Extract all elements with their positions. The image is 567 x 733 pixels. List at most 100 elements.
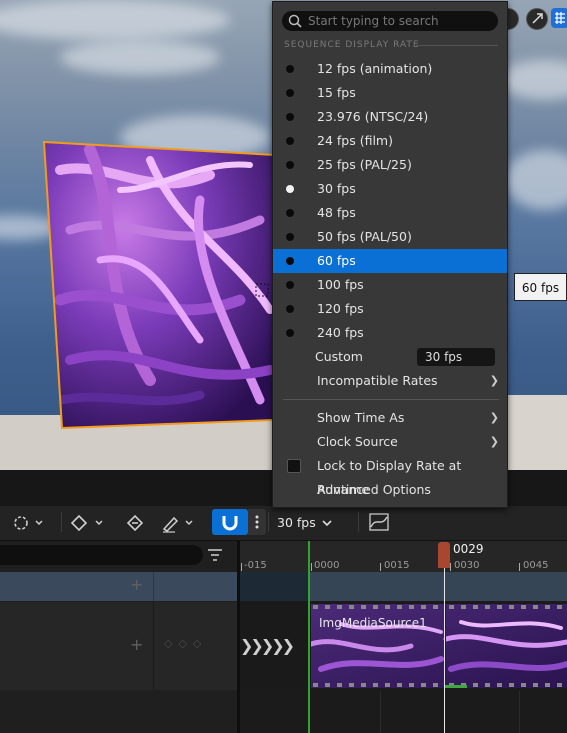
- menu-item-clock-source[interactable]: Clock Source ❯: [273, 430, 507, 454]
- menu-item-30fps[interactable]: 30 fps: [273, 177, 507, 201]
- menu-search-box[interactable]: [282, 11, 498, 31]
- media-section-label: ImgMediaSource1: [319, 616, 427, 630]
- playhead-handle[interactable]: [438, 542, 450, 568]
- menu-item-100fps[interactable]: 100 fps: [273, 273, 507, 297]
- menu-item-label: 240 fps: [317, 325, 364, 340]
- curve-editor-button[interactable]: [368, 512, 390, 532]
- menu-divider: [283, 399, 499, 400]
- key-button[interactable]: [124, 512, 146, 534]
- radio-dot: [286, 233, 294, 241]
- tick-label: 0045: [523, 560, 549, 571]
- radio-dot: [286, 209, 294, 217]
- tick-label: -015: [244, 560, 267, 571]
- menu-item-label: 24 fps (film): [317, 133, 393, 148]
- tick-label: 0030: [454, 560, 480, 571]
- menu-item-advanced-options[interactable]: Advanced Options: [273, 478, 507, 502]
- playback-start-marker[interactable]: [308, 541, 310, 733]
- transform-icon: [532, 13, 543, 24]
- tick-mark: [519, 563, 520, 571]
- panel-gap: [0, 470, 272, 506]
- filter-button[interactable]: [206, 547, 224, 563]
- menu-item-custom: Custom 30 fps: [273, 345, 507, 369]
- grid-line: [380, 691, 381, 733]
- plus-icon[interactable]: +: [130, 575, 143, 594]
- menu-item-label: 60 fps: [317, 253, 356, 268]
- menu-item-lock-display-rate[interactable]: Lock to Display Rate at Runtime: [273, 454, 507, 497]
- panel-gap: [508, 470, 567, 506]
- toolbar-divider: [268, 512, 269, 532]
- menu-item-label: 30 fps: [317, 181, 356, 196]
- custom-rate-input[interactable]: 30 fps: [417, 348, 495, 366]
- filter-icon: [208, 549, 222, 561]
- tick-mark: [311, 563, 312, 571]
- key-diamond-button[interactable]: [70, 512, 108, 534]
- chevron-right-icon: ❯: [489, 435, 499, 448]
- chevron-right-icon: ❯: [489, 374, 499, 387]
- current-frame-label: 0029: [453, 542, 484, 556]
- timeline-empty-area[interactable]: [240, 691, 567, 733]
- radio-dot: [286, 137, 294, 145]
- radio-dot: [286, 89, 294, 97]
- tooltip: 60 fps: [514, 273, 567, 301]
- menu-item-48fps[interactable]: 48 fps: [273, 201, 507, 225]
- lock-display-rate-checkbox[interactable]: [287, 459, 301, 473]
- menu-item-label: 25 fps (PAL/25): [317, 157, 412, 172]
- menu-item-60fps[interactable]: 60 fps: [273, 249, 507, 273]
- frame-rate-dropdown[interactable]: 30 fps: [273, 506, 363, 540]
- viewport-mode-icon[interactable]: [526, 8, 548, 30]
- menu-item-120fps[interactable]: 120 fps: [273, 297, 507, 321]
- toolbar-divider: [358, 512, 359, 532]
- menu-item-label: Clock Source: [317, 434, 398, 449]
- radio-dot: [286, 329, 294, 337]
- section-divider: [416, 45, 498, 46]
- menu-item-25fps[interactable]: 25 fps (PAL/25): [273, 153, 507, 177]
- track-lane-out-of-range: [240, 572, 309, 601]
- chevron-down-icon: [322, 520, 332, 527]
- menu-item-label: 120 fps: [317, 301, 364, 316]
- menu-item-24fps[interactable]: 24 fps (film): [273, 129, 507, 153]
- track-search-input[interactable]: [0, 545, 203, 565]
- plus-icon[interactable]: +: [130, 635, 143, 654]
- menu-item-50fps[interactable]: 50 fps (PAL/50): [273, 225, 507, 249]
- snap-options-button[interactable]: [248, 509, 266, 535]
- tick-mark: [450, 563, 451, 571]
- menu-item-label: 50 fps (PAL/50): [317, 229, 412, 244]
- key-diamond-icon: [70, 514, 103, 532]
- pen-menu-button[interactable]: [160, 512, 198, 534]
- section-header: SEQUENCE DISPLAY RATE: [284, 40, 420, 50]
- radio-dot: [286, 161, 294, 169]
- menu-item-label: Incompatible Rates: [317, 373, 438, 388]
- menu-item-12fps[interactable]: 12 fps (animation): [273, 57, 507, 81]
- search-icon: [288, 14, 302, 28]
- menu-item-label: 100 fps: [317, 277, 364, 292]
- snap-toggle-button[interactable]: [212, 509, 248, 535]
- menu-item-240fps[interactable]: 240 fps: [273, 321, 507, 345]
- selection-range-marker: [445, 685, 467, 688]
- frame-rate-menu: SEQUENCE DISPLAY RATE 12 fps (animation)…: [272, 1, 508, 508]
- menu-search-input[interactable]: [308, 11, 494, 31]
- frame-rate-value: 30 fps: [277, 515, 316, 530]
- menu-item-show-time-as[interactable]: Show Time As ❯: [273, 406, 507, 430]
- menu-item-label: Advanced Options: [317, 482, 431, 497]
- snap-magnet-icon: [222, 516, 238, 531]
- tick-label: 0000: [314, 560, 340, 571]
- menu-item-15fps[interactable]: 15 fps: [273, 81, 507, 105]
- key-navigation[interactable]: ◇◇◇: [164, 637, 224, 653]
- menu-item-label: Show Time As: [317, 410, 405, 425]
- chevron-right-icon: ❯: [489, 411, 499, 424]
- key-icon: [126, 514, 144, 532]
- toolbar-divider: [61, 512, 62, 532]
- radio-dot: [286, 113, 294, 121]
- transform-menu-button[interactable]: [10, 512, 44, 534]
- grid-line: [519, 691, 520, 733]
- radio-dot-checked: [286, 185, 294, 193]
- radio-dot: [286, 281, 294, 289]
- custom-label: Custom: [315, 349, 363, 364]
- menu-item-23976fps[interactable]: 23.976 (NTSC/24): [273, 105, 507, 129]
- grid-snap-icon[interactable]: [551, 8, 567, 28]
- playhead-line[interactable]: [444, 565, 445, 733]
- radio-dot: [286, 257, 294, 265]
- track-row-camera[interactable]: +: [0, 572, 237, 601]
- menu-item-incompatible-rates[interactable]: Incompatible Rates ❯: [273, 369, 507, 393]
- pen-icon: [162, 516, 193, 533]
